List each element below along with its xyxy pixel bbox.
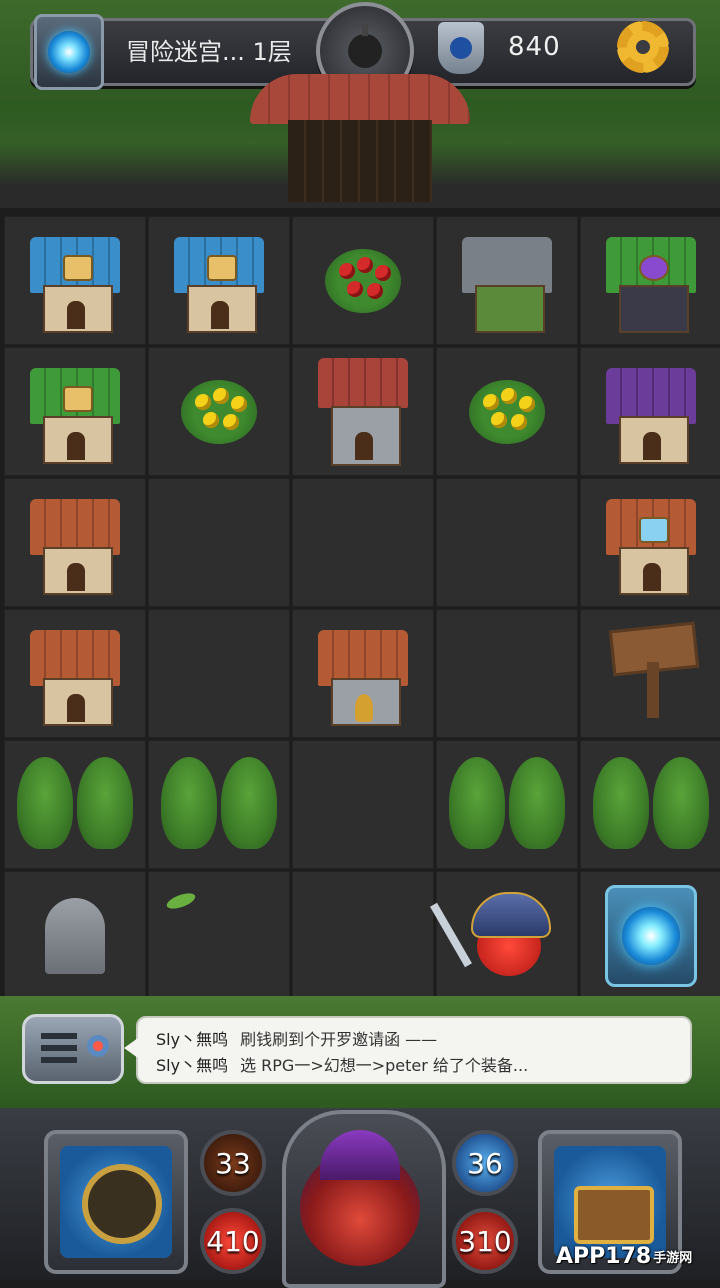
wizard-tower-purple[interactable] [601,358,701,466]
map-cell[interactable] [292,478,434,607]
map-cell[interactable] [580,609,720,738]
chat-message: Sly丶無鸣选 RPG一>幻想一>peter 给了个装备... [156,1052,528,1076]
portal-icon [48,31,90,73]
mana-stat: 310 [452,1208,518,1274]
map-cell[interactable] [148,871,290,1000]
blue-portal[interactable] [605,884,697,987]
wizard-tower-green[interactable] [601,227,701,335]
map-cell[interactable] [436,478,578,607]
menu-icon [41,1033,77,1063]
watermark-sub: 手游网 [653,1250,693,1266]
trees[interactable] [587,755,715,855]
chat-user: Sly丶無鸣 [156,1030,229,1049]
stone-arena[interactable] [457,227,557,335]
map-cell[interactable] [4,216,146,345]
house-blue-swords[interactable] [169,227,269,335]
player-hero[interactable] [430,886,567,986]
settings-button[interactable] [612,16,674,78]
hp-stat: 410 [200,1208,266,1274]
chat-text: 选 RPG一>幻想一>peter 给了个装备... [240,1056,529,1075]
watermark: APP178 手游网 [556,1236,716,1276]
chat-text: 刷钱刷到个开罗邀请函 —— [240,1030,438,1049]
church[interactable] [313,357,413,466]
map-cell[interactable] [4,871,146,1000]
compass-icon [82,1164,162,1244]
map-cell[interactable] [292,216,434,345]
map-cell[interactable] [148,740,290,869]
map-cell[interactable] [436,609,578,738]
bomb-icon [348,24,382,68]
map-cell[interactable] [4,609,146,738]
house-brown[interactable] [25,489,125,597]
map-cell[interactable] [292,347,434,476]
map-cell[interactable] [430,871,578,1000]
player-avatar[interactable] [300,1130,420,1266]
trees[interactable] [443,755,571,855]
house-blue-shield[interactable] [25,227,125,335]
map-cell[interactable] [148,216,290,345]
portal-button[interactable] [34,14,104,90]
equipment-slot-button[interactable] [44,1130,188,1274]
defense-stat: 36 [452,1130,518,1196]
map-cell[interactable] [436,740,578,869]
map-cell[interactable] [148,609,290,738]
chat-button[interactable] [22,1014,124,1084]
map-cell[interactable] [580,478,720,607]
red-flower-bush[interactable] [325,248,401,313]
gold-count: 840 [508,32,561,62]
map-cell[interactable] [580,216,720,345]
yellow-flower-bush[interactable] [469,379,545,444]
gear-icon [617,21,669,73]
level-title: 冒险迷宫... 1层 [126,38,292,66]
map-cell[interactable] [4,347,146,476]
watermark-brand: APP178 [556,1243,652,1269]
map-cell[interactable] [292,871,434,1000]
map-cell[interactable] [580,871,720,1000]
trees[interactable] [11,755,139,855]
tombstone[interactable] [45,897,105,974]
chat-bubble[interactable]: Sly丶無鸣 刷钱刷到个开罗邀请函 —— Sly丶無鸣选 RPG一>幻想一>pet… [124,1016,692,1084]
sprout-icon [164,890,198,912]
house-green-gem[interactable] [25,358,125,466]
map-grid [4,216,720,1000]
map-cell[interactable] [148,347,290,476]
map-cell[interactable] [4,478,146,607]
map-cell[interactable] [4,740,146,869]
chat-message: Sly丶無鸣 刷钱刷到个开罗邀请函 —— [156,1026,437,1050]
chat-user: Sly丶無鸣 [156,1056,229,1075]
yellow-flower-bush[interactable] [181,379,257,444]
wooden-signpost[interactable] [608,621,700,722]
trees[interactable] [155,755,283,855]
map-cell[interactable] [436,216,578,345]
workshop[interactable] [25,620,125,728]
map-cell[interactable] [580,347,720,476]
shield-icon [438,22,484,74]
notification-dot [87,1035,109,1057]
map-cell[interactable] [580,740,720,869]
map-cell[interactable] [148,478,290,607]
bell-shrine[interactable] [313,620,413,728]
map-cell[interactable] [436,347,578,476]
attack-stat: 33 [200,1130,266,1196]
map-cell[interactable] [292,740,434,869]
dungeon-door[interactable] [288,120,432,202]
map-cell[interactable] [292,609,434,738]
entrance-roof [250,74,470,124]
house-brown-sign[interactable] [601,489,701,597]
